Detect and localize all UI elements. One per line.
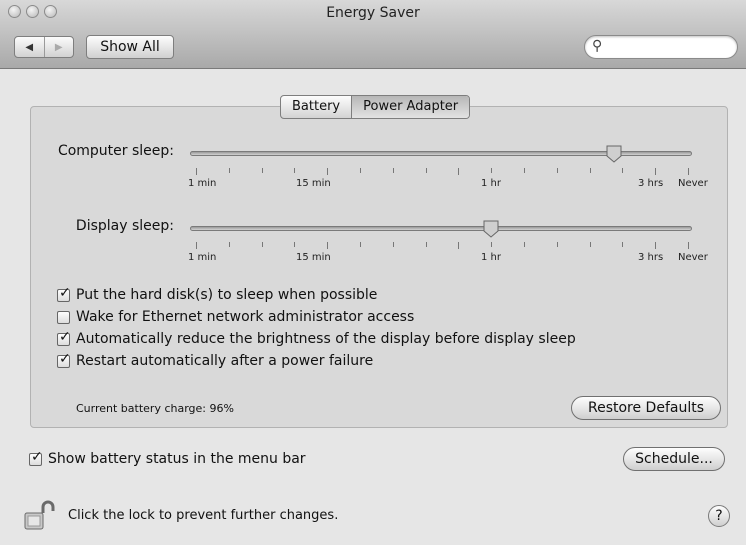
tab-bar: Battery Power Adapter bbox=[280, 95, 471, 119]
slider-tick bbox=[655, 242, 657, 249]
computer-sleep-tick-1hr: 1 hr bbox=[481, 178, 501, 189]
slider-tick bbox=[688, 168, 689, 175]
restore-defaults-button[interactable]: Restore Defaults bbox=[571, 396, 721, 420]
option-label: Automatically reduce the brightness of t… bbox=[76, 331, 576, 347]
display-sleep-tick-1hr: 1 hr bbox=[481, 252, 501, 263]
slider-tick bbox=[392, 242, 394, 247]
window-title: Energy Saver bbox=[326, 5, 420, 21]
checkbox[interactable]: ✓ bbox=[57, 351, 71, 368]
checkmark-icon: ✓ bbox=[59, 284, 71, 301]
slider-tick bbox=[688, 242, 689, 249]
computer-sleep-label: Computer sleep: bbox=[57, 143, 174, 159]
slider-tick bbox=[524, 168, 525, 173]
option-wake-ethernet[interactable]: Wake for Ethernet network administrator … bbox=[57, 309, 414, 325]
slider-tick bbox=[228, 242, 230, 247]
title-bar: Energy Saver ◀ ▶ Show All ⚲ bbox=[0, 0, 746, 69]
back-arrow-icon[interactable]: ◀ bbox=[15, 37, 44, 57]
checkmark-icon: ✓ bbox=[59, 350, 71, 367]
computer-sleep-tick-1min: 1 min bbox=[188, 178, 217, 189]
slider-tick bbox=[491, 168, 493, 173]
forward-arrow-icon[interactable]: ▶ bbox=[43, 37, 74, 57]
slider-tick bbox=[622, 168, 624, 173]
search-input[interactable]: ⚲ bbox=[584, 35, 738, 59]
search-icon: ⚲ bbox=[592, 38, 603, 54]
display-sleep-tick-15min: 15 min bbox=[296, 252, 331, 263]
slider-tick bbox=[196, 242, 197, 249]
option-label: Wake for Ethernet network administrator … bbox=[76, 309, 415, 325]
slider-tick bbox=[556, 242, 558, 247]
computer-sleep-slider-knob[interactable] bbox=[606, 145, 622, 163]
display-sleep-tick-3hrs: 3 hrs bbox=[638, 252, 664, 263]
lock-text: Click the lock to prevent further change… bbox=[68, 508, 339, 523]
slider-tick bbox=[556, 168, 558, 173]
checkbox[interactable]: ✓ bbox=[29, 449, 43, 466]
tab-battery[interactable]: Battery bbox=[281, 96, 351, 118]
checkbox[interactable] bbox=[57, 310, 70, 324]
display-sleep-slider[interactable] bbox=[190, 226, 692, 231]
checkmark-icon: ✓ bbox=[31, 448, 43, 465]
lock-icon[interactable] bbox=[23, 499, 55, 531]
tab-power-adapter[interactable]: Power Adapter bbox=[351, 96, 470, 118]
option-restart-after-failure[interactable]: ✓ Restart automatically after a power fa… bbox=[57, 351, 374, 369]
option-label: Show battery status in the menu bar bbox=[48, 451, 306, 467]
slider-tick bbox=[425, 168, 427, 173]
display-sleep-slider-knob[interactable] bbox=[483, 220, 499, 238]
help-button[interactable]: ? bbox=[708, 505, 730, 527]
slider-tick bbox=[425, 242, 427, 247]
show-battery-status-option[interactable]: ✓ Show battery status in the menu bar bbox=[29, 449, 306, 467]
show-all-button[interactable]: Show All bbox=[86, 35, 174, 59]
slider-tick bbox=[589, 168, 591, 173]
slider-tick bbox=[360, 168, 361, 173]
slider-tick bbox=[655, 168, 657, 175]
display-sleep-tick-1min: 1 min bbox=[188, 252, 217, 263]
slider-tick bbox=[589, 242, 591, 247]
checkbox[interactable]: ✓ bbox=[57, 329, 71, 346]
display-sleep-tick-never: Never bbox=[678, 252, 708, 263]
checkbox[interactable]: ✓ bbox=[57, 285, 71, 302]
slider-tick bbox=[360, 242, 361, 247]
option-label: Restart automatically after a power fail… bbox=[76, 353, 374, 369]
slider-tick bbox=[327, 242, 329, 249]
computer-sleep-tick-15min: 15 min bbox=[296, 178, 331, 189]
checkmark-icon: ✓ bbox=[59, 328, 71, 345]
battery-charge-text: Current battery charge: 96% bbox=[76, 402, 234, 415]
option-reduce-brightness[interactable]: ✓ Automatically reduce the brightness of… bbox=[57, 329, 576, 347]
slider-tick bbox=[327, 168, 329, 175]
option-label: Put the hard disk(s) to sleep when possi… bbox=[76, 287, 378, 303]
slider-tick bbox=[261, 242, 263, 247]
slider-tick bbox=[261, 168, 263, 173]
slider-tick bbox=[622, 242, 624, 247]
slider-tick bbox=[294, 242, 296, 247]
slider-tick bbox=[228, 168, 230, 173]
option-hard-disk-sleep[interactable]: ✓ Put the hard disk(s) to sleep when pos… bbox=[57, 285, 378, 303]
schedule-button[interactable]: Schedule... bbox=[623, 447, 725, 471]
slider-tick bbox=[196, 168, 197, 175]
slider-tick bbox=[491, 242, 493, 247]
back-forward-control: ◀ ▶ bbox=[14, 36, 74, 58]
slider-tick bbox=[524, 242, 525, 247]
slider-tick bbox=[458, 168, 460, 175]
computer-sleep-tick-3hrs: 3 hrs bbox=[638, 178, 664, 189]
energy-saver-window: Energy Saver ◀ ▶ Show All ⚲ Battery Powe… bbox=[0, 0, 746, 545]
slider-tick bbox=[294, 168, 296, 173]
slider-tick bbox=[458, 242, 460, 249]
computer-sleep-tick-never: Never bbox=[678, 178, 708, 189]
display-sleep-label: Display sleep: bbox=[75, 218, 174, 234]
slider-tick bbox=[392, 168, 394, 173]
